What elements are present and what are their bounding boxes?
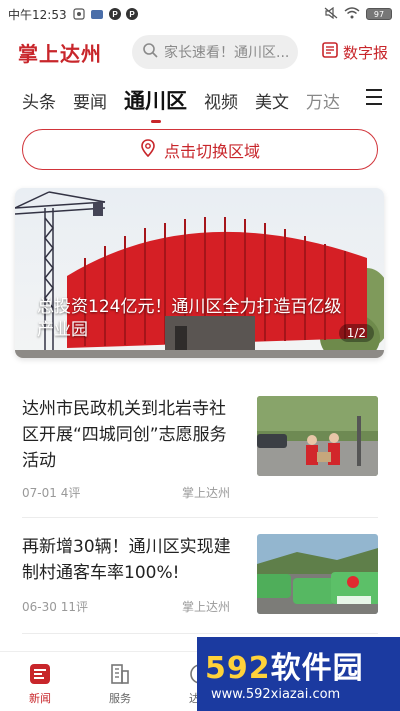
news-thumbnail	[257, 534, 378, 614]
app-notification-icon	[90, 8, 104, 20]
svg-text:P: P	[112, 10, 118, 19]
search-placeholder: 家长速看！通川区...	[164, 45, 288, 61]
news-item[interactable]: 达州市民政机关到北岩寺社区开展“四城同创”志愿服务活动 07-01 4评 掌上达…	[22, 396, 378, 506]
news-item[interactable]: 再新增30辆！通川区实现建制村通客车率100%! 06-30 11评 掌上达州	[22, 534, 378, 624]
nav-services-label: 服务	[109, 692, 131, 705]
banner-pager: 1/2	[338, 324, 374, 342]
notification-icon	[72, 8, 85, 20]
switch-region-button[interactable]: 点击切换区域	[22, 129, 378, 170]
mute-icon	[324, 6, 338, 22]
news-title: 再新增30辆！通川区实现建制村通客车率100%!	[22, 537, 231, 583]
tab-yaowen[interactable]: 要闻	[73, 88, 107, 113]
wifi-icon	[344, 6, 360, 22]
status-time: 中午12:53	[8, 7, 67, 22]
app-logo: 掌上达州	[18, 41, 102, 66]
watermark-url: www.592xiazai.com	[211, 687, 341, 702]
news-divider	[22, 517, 378, 518]
tab-meiwen[interactable]: 美文	[255, 88, 289, 113]
news-divider	[22, 633, 378, 634]
search-bar[interactable]: 家长速看！通川区...	[132, 35, 298, 69]
nav-services[interactable]: 服务	[80, 652, 160, 711]
digital-paper-button[interactable]: 数字报	[321, 41, 388, 63]
tab-video[interactable]: 视频	[204, 88, 238, 113]
p-app-icon-2: P	[125, 8, 138, 20]
channel-tabs: 头条 要闻 通川区 视频 美文 万达	[0, 80, 400, 123]
nav-news-label: 新闻	[29, 692, 51, 705]
tab-wanda[interactable]: 万达	[306, 88, 340, 113]
building-icon	[111, 664, 129, 684]
p-app-icon: P	[108, 8, 121, 20]
tab-toutiao[interactable]: 头条	[22, 88, 56, 113]
watermark-text: 软件园	[270, 651, 364, 686]
tab-tongchuan[interactable]: 通川区	[124, 85, 187, 123]
banner-carousel[interactable]: 总投资124亿元！通川区全力打造百亿级产业园 1/2	[15, 188, 384, 358]
site-watermark: 592软件园 www.592xiazai.com	[197, 637, 400, 711]
news-source: 掌上达州	[182, 600, 231, 614]
news-meta: 06-30 11评	[22, 598, 88, 615]
status-bar: 中午12:53 P P 97	[0, 0, 400, 28]
app-header: 掌上达州 家长速看！通川区... 数字报	[0, 30, 400, 74]
menu-icon[interactable]	[366, 89, 382, 105]
banner-caption: 总投资124亿元！通川区全力打造百亿级产业园	[37, 297, 342, 340]
nav-news[interactable]: 新闻	[0, 652, 80, 711]
newspaper-icon	[321, 41, 339, 63]
svg-text:P: P	[129, 10, 135, 19]
watermark-number: 592	[205, 651, 271, 686]
search-icon	[142, 42, 158, 62]
switch-region-label: 点击切换区域	[163, 141, 260, 161]
news-date: 06-30	[22, 600, 57, 614]
news-thumbnail	[257, 396, 378, 476]
news-comments: 11评	[60, 600, 88, 614]
watermark-brand: 592软件园	[205, 643, 364, 687]
battery-indicator: 97	[366, 8, 392, 20]
news-tab-icon	[30, 664, 50, 684]
location-pin-icon	[140, 138, 156, 161]
news-date: 07-01	[22, 486, 57, 500]
news-title: 达州市民政机关到北岩寺社区开展“四城同创”志愿服务活动	[22, 399, 227, 471]
news-meta: 07-01 4评	[22, 484, 80, 501]
news-source: 掌上达州	[182, 486, 231, 500]
digital-paper-label: 数字报	[342, 43, 388, 62]
news-comments: 4评	[60, 486, 81, 500]
